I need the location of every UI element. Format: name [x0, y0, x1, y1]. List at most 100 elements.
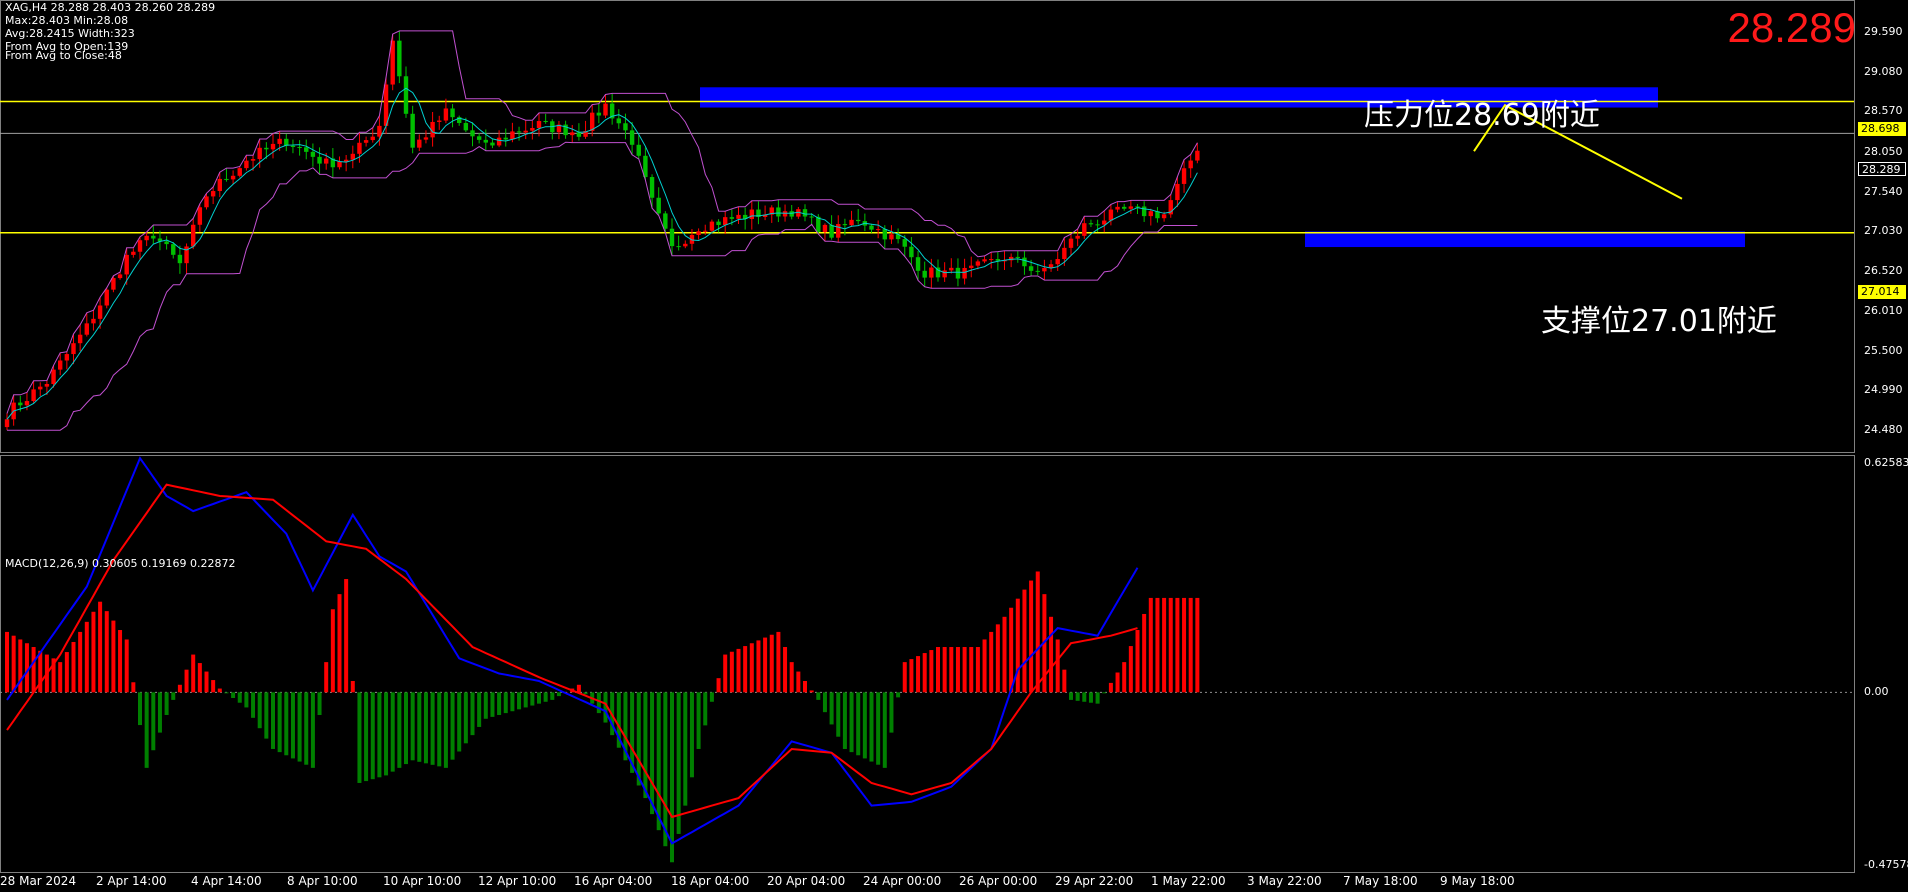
candle-body: [164, 241, 169, 245]
macd-histogram: [5, 571, 1200, 863]
histogram-bar: [1175, 597, 1180, 693]
candle-body: [1148, 211, 1153, 217]
candle-body: [31, 389, 36, 402]
histogram-bar: [450, 692, 455, 760]
histogram-bar: [11, 635, 16, 693]
histogram-bar: [297, 692, 302, 762]
price-axis-label: 26.010: [1864, 303, 1903, 317]
symbol-info: XAG,H4 28.288 28.403 28.260 28.289: [5, 1, 216, 14]
histogram-bar: [304, 692, 309, 765]
histogram-bar: [91, 611, 96, 693]
candle-body: [377, 125, 382, 137]
histogram-bar: [1088, 692, 1093, 703]
support-zone: [1305, 231, 1745, 248]
stats-line-2: Avg:28.2415 Width:323: [5, 27, 135, 40]
price-pane-frame: [0, 0, 1855, 453]
chart-canvas: [0, 0, 1855, 873]
histogram-bar: [503, 692, 508, 714]
candle-body: [749, 209, 754, 220]
candle-body: [802, 209, 808, 217]
candle-body: [856, 219, 861, 222]
histogram-bar: [955, 647, 960, 693]
histogram-bar: [922, 653, 927, 693]
histogram-bar: [949, 647, 954, 693]
histogram-bar: [191, 654, 196, 693]
candle-body: [982, 259, 987, 262]
histogram-bar: [929, 650, 934, 693]
resistance-price-tag: 28.698: [1858, 122, 1906, 136]
candle-body: [1015, 256, 1020, 258]
histogram-bar: [836, 692, 841, 737]
histogram-bar: [144, 692, 149, 768]
histogram-bar: [596, 692, 601, 714]
histogram-bar: [862, 692, 867, 759]
histogram-bar: [483, 692, 488, 719]
histogram-bar: [822, 692, 827, 713]
candle-body: [483, 139, 488, 143]
candle-body: [1175, 183, 1180, 201]
candle-body: [277, 138, 282, 144]
histogram-bar: [463, 692, 468, 744]
candle-body: [357, 142, 362, 154]
histogram-bar: [224, 692, 229, 694]
candle-body: [410, 113, 415, 148]
candle-body: [915, 257, 921, 271]
candle-body: [849, 219, 854, 226]
candle-body: [270, 143, 276, 150]
candle-body: [1128, 206, 1134, 209]
histogram-bar: [1002, 616, 1007, 693]
histogram-bar: [437, 692, 442, 767]
candle-body: [237, 168, 242, 176]
price-axis-label: 24.480: [1864, 423, 1903, 437]
histogram-bar: [58, 662, 63, 693]
histogram-bar: [530, 692, 535, 706]
histogram-bar: [962, 647, 967, 693]
candle-body: [217, 178, 222, 192]
candle-body: [383, 84, 389, 126]
histogram-bar: [118, 630, 123, 693]
histogram-bar: [809, 690, 814, 693]
candle-body: [111, 278, 116, 290]
candle-body: [337, 161, 342, 168]
candle-body: [809, 216, 814, 218]
candle-body: [1161, 214, 1167, 219]
candle-body: [503, 137, 508, 140]
candle-body: [623, 123, 628, 131]
histogram-bar: [995, 624, 1000, 693]
histogram-bar: [1102, 692, 1107, 694]
candle-body: [1115, 206, 1120, 210]
price-axis-label: 29.080: [1864, 64, 1903, 78]
histogram-bar: [689, 692, 694, 778]
histogram-bar: [942, 647, 947, 693]
candle-body: [516, 131, 522, 133]
candle-body: [875, 229, 881, 231]
histogram-bar: [1195, 597, 1200, 693]
histogram-bar: [1022, 589, 1027, 693]
candle-body: [1088, 223, 1094, 225]
histogram-bar: [1188, 597, 1193, 693]
stats-line-4: From Avg to Close:48: [5, 49, 122, 62]
histogram-bar: [643, 692, 648, 799]
time-axis-label: 16 Apr 04:00: [574, 874, 653, 888]
channel-lower: [7, 141, 1198, 431]
candle-body: [18, 402, 23, 406]
histogram-bar: [876, 692, 881, 765]
histogram-bar: [138, 692, 142, 726]
histogram-bar: [1135, 630, 1140, 693]
histogram-bar: [982, 639, 987, 693]
candle-body: [962, 267, 967, 279]
candle-body: [570, 132, 575, 136]
histogram-bar: [443, 692, 448, 768]
histogram-bar: [1128, 646, 1133, 693]
candle-body: [137, 240, 143, 252]
histogram-bar: [769, 634, 774, 693]
candle-body: [463, 123, 469, 131]
histogram-bar: [1062, 669, 1067, 693]
histogram-bar: [1115, 672, 1120, 693]
candle-body: [1035, 270, 1040, 272]
current-price-display: 28.289: [1727, 4, 1856, 51]
histogram-bar: [330, 609, 335, 693]
candle-body: [1108, 209, 1114, 221]
candle-body: [84, 323, 89, 335]
histogram-bar: [251, 692, 256, 718]
